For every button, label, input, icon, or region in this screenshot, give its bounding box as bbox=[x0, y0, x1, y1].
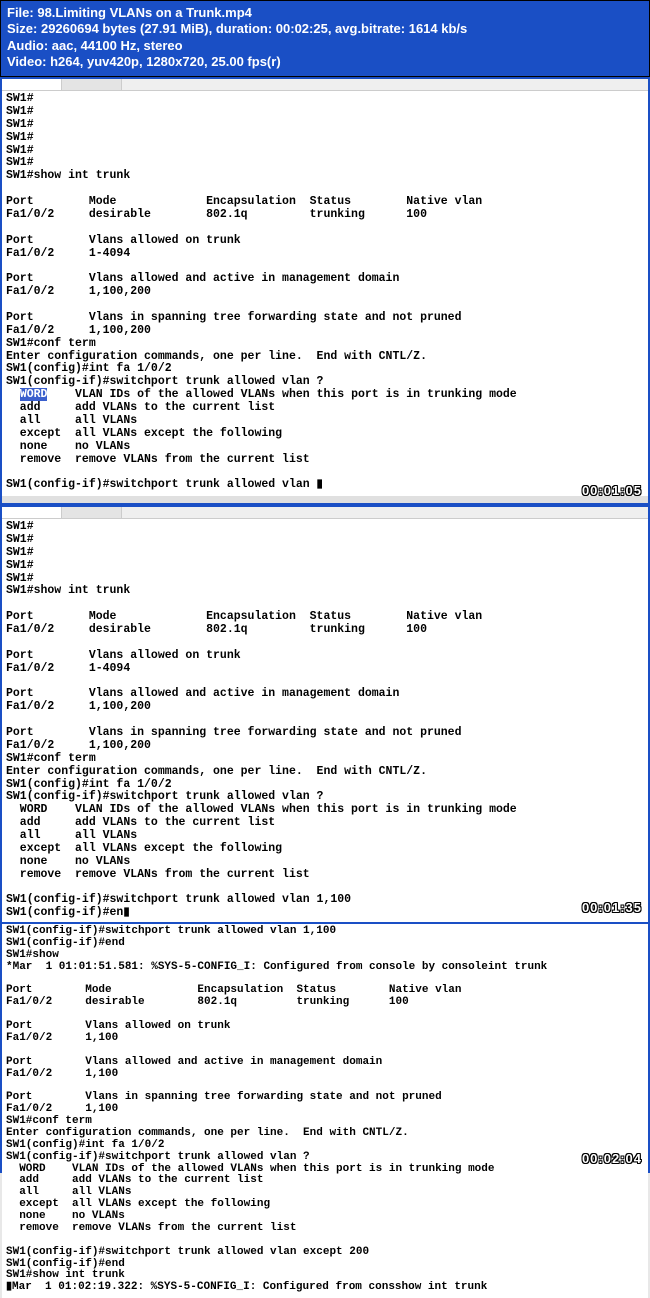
video-frame-2: SW1# SW1# SW1# SW1# SW1# SW1#show int tr… bbox=[0, 505, 650, 922]
size-value: 29260694 bytes (27.91 MiB), duration: 00… bbox=[41, 21, 467, 36]
timestamp: 00:01:05 bbox=[582, 484, 642, 499]
video-frame-3: SW1(config-if)#switchport trunk allowed … bbox=[0, 922, 650, 1173]
file-label: File: bbox=[7, 5, 37, 20]
tab-active[interactable] bbox=[2, 507, 62, 518]
terminal-output[interactable]: SW1# SW1# SW1# SW1# SW1# SW1# SW1#show i… bbox=[2, 91, 648, 496]
audio-line: Audio: aac, 44100 Hz, stereo bbox=[7, 38, 643, 54]
audio-label: Audio: bbox=[7, 38, 52, 53]
file-line: File: 98.Limiting VLANs on a Trunk.mp4 bbox=[7, 5, 643, 21]
tab-active[interactable] bbox=[2, 79, 62, 90]
video-value: h264, yuv420p, 1280x720, 25.00 fps(r) bbox=[50, 54, 281, 69]
tab-bar bbox=[2, 507, 648, 519]
terminal-output[interactable]: SW1(config-if)#switchport trunk allowed … bbox=[2, 924, 648, 1298]
video-line: Video: h264, yuv420p, 1280x720, 25.00 fp… bbox=[7, 54, 643, 70]
audio-value: aac, 44100 Hz, stereo bbox=[52, 38, 183, 53]
tab-bar bbox=[2, 79, 648, 91]
file-value: 98.Limiting VLANs on a Trunk.mp4 bbox=[37, 5, 252, 20]
terminal-output[interactable]: SW1# SW1# SW1# SW1# SW1# SW1#show int tr… bbox=[2, 519, 648, 924]
video-frame-1: SW1# SW1# SW1# SW1# SW1# SW1# SW1#show i… bbox=[0, 77, 650, 505]
size-label: Size: bbox=[7, 21, 41, 36]
timestamp: 00:01:35 bbox=[582, 901, 642, 916]
tab-inactive[interactable] bbox=[62, 507, 122, 518]
metadata-header: File: 98.Limiting VLANs on a Trunk.mp4 S… bbox=[0, 0, 650, 77]
tab-inactive[interactable] bbox=[62, 79, 122, 90]
size-line: Size: 29260694 bytes (27.91 MiB), durati… bbox=[7, 21, 643, 37]
video-label: Video: bbox=[7, 54, 50, 69]
